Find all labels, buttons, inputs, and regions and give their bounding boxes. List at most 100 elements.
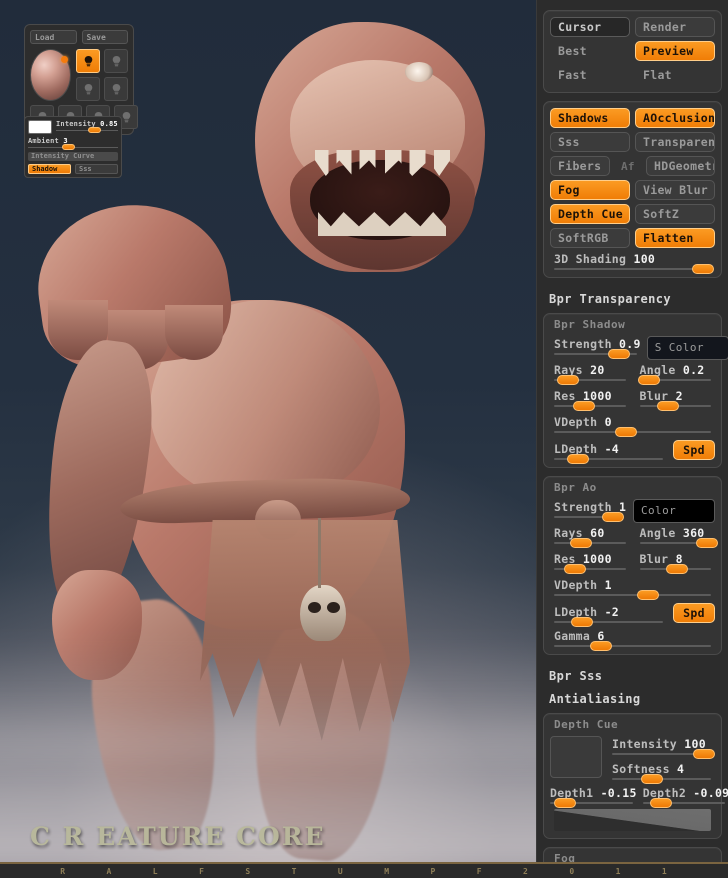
antialiasing-header[interactable]: Antialiasing (543, 690, 722, 713)
ao-ldepth-track[interactable] (554, 616, 663, 627)
ao-strength-track[interactable] (554, 512, 624, 522)
flatten-toggle[interactable]: Flatten (635, 228, 715, 248)
shadow-angle-knob[interactable] (637, 375, 660, 385)
shadow-rays-slider[interactable]: Rays 20 (550, 363, 630, 385)
ao-res-knob[interactable] (564, 564, 587, 574)
intensity-knob[interactable] (88, 127, 102, 133)
ambient-slider[interactable]: Ambient 3 (28, 137, 118, 150)
ao-blur-track[interactable] (639, 564, 711, 574)
preview-button[interactable]: Preview (635, 41, 715, 61)
shadow-blur-track[interactable] (639, 401, 711, 411)
shadow-rays-track[interactable] (554, 375, 626, 385)
ao-gamma-knob[interactable] (590, 641, 613, 651)
ao-angle-knob[interactable] (696, 538, 719, 548)
fibers-toggle[interactable]: Fibers (550, 156, 610, 176)
bpr-transparency-header[interactable]: Bpr Transparency (543, 286, 722, 313)
ao-ldepth-knob[interactable] (571, 616, 594, 627)
depth-cue-title[interactable]: Depth Cue (550, 714, 715, 736)
flat-button[interactable]: Flat (635, 65, 715, 85)
light-color-swatch[interactable] (28, 120, 52, 134)
shadow-color-swatch[interactable]: S Color (646, 336, 728, 360)
ao-strength-knob[interactable] (601, 512, 624, 522)
depth-cue-color-swatch[interactable] (550, 736, 602, 778)
fast-button[interactable]: Fast (550, 65, 630, 85)
3d-shading-knob[interactable] (692, 264, 715, 274)
depth-cue-depth2-track[interactable] (642, 798, 726, 808)
depth-cue-intensity-slider[interactable]: Intensity 100 (608, 737, 716, 759)
depth-cue-gradient-preview[interactable] (554, 809, 711, 831)
ao-vdepth-knob[interactable] (637, 590, 660, 600)
light-preview-sphere[interactable] (30, 49, 71, 101)
best-button[interactable]: Best (550, 41, 630, 61)
shadow-strength-knob[interactable] (607, 349, 630, 359)
light-intensity-panel[interactable]: Intensity 0.85 Ambient 3 Intensity Curve… (24, 116, 122, 178)
shadow-vdepth-knob[interactable] (615, 427, 638, 437)
shadow-rays-knob[interactable] (557, 375, 580, 385)
ao-res-track[interactable] (554, 564, 626, 574)
light-slot-2[interactable] (104, 49, 128, 73)
af-label[interactable]: Af (615, 156, 641, 176)
sss-toggle-render[interactable]: Sss (550, 132, 630, 152)
shadow-res-knob[interactable] (573, 401, 596, 411)
ao-ldepth-slider[interactable]: LDepth -2 (550, 605, 667, 627)
depth-cue-depth2-slider[interactable]: Depth2 -0.09 (642, 786, 728, 808)
shadow-ldepth-knob[interactable] (566, 453, 589, 464)
depth-cue-intensity-track[interactable] (612, 749, 716, 759)
intensity-track[interactable] (56, 127, 118, 133)
ao-vdepth-track[interactable] (554, 590, 711, 600)
light-slot-4[interactable] (104, 77, 128, 101)
depth-cue-depth1-track[interactable] (550, 798, 633, 808)
light-save-button[interactable]: Save (81, 30, 128, 44)
shadow-ldepth-track[interactable] (554, 453, 663, 464)
ao-vdepth-slider[interactable]: VDepth 1 (550, 578, 715, 600)
depth-cue-softness-slider[interactable]: Softness 4 (608, 762, 715, 784)
shadow-spd-button[interactable]: Spd (673, 440, 715, 460)
shadow-angle-slider[interactable]: Angle 0.2 (636, 363, 716, 385)
cursor-button[interactable]: Cursor (550, 17, 630, 37)
ao-strength-slider[interactable]: Strength 1 (550, 500, 627, 522)
light-slot-1[interactable] (76, 49, 100, 73)
ao-res-slider[interactable]: Res 1000 (550, 552, 630, 574)
ao-spd-button[interactable]: Spd (673, 603, 715, 623)
shadow-vdepth-track[interactable] (554, 427, 711, 437)
sss-toggle[interactable]: Sss (75, 164, 118, 174)
hdgeometry-toggle[interactable]: HDGeometry (646, 156, 715, 176)
ao-angle-track[interactable] (639, 538, 719, 548)
ambient-knob[interactable] (61, 144, 75, 150)
ao-blur-knob[interactable] (665, 564, 688, 574)
ao-rays-slider[interactable]: Rays 60 (550, 526, 630, 548)
ao-blur-slider[interactable]: Blur 8 (636, 552, 716, 574)
softz-toggle[interactable]: SoftZ (635, 204, 715, 224)
depth-cue-depth1-slider[interactable]: Depth1 -0.15 (550, 786, 637, 808)
depth-cue-depth1-knob[interactable] (553, 798, 576, 808)
3d-shading-track[interactable] (554, 264, 715, 274)
shadow-res-slider[interactable]: Res 1000 (550, 389, 630, 411)
view-blur-toggle[interactable]: View Blur (635, 180, 715, 200)
intensity-curve-button[interactable]: Intensity Curve (28, 152, 118, 161)
light-load-button[interactable]: Load (30, 30, 77, 44)
ao-gamma-track[interactable] (554, 641, 711, 651)
ao-gamma-slider[interactable]: Gamma 6 (550, 629, 715, 651)
depth-cue-toggle[interactable]: Depth Cue (550, 204, 630, 224)
bpr-ao-title[interactable]: Bpr Ao (550, 477, 715, 499)
depth-cue-softness-track[interactable] (612, 774, 711, 784)
bpr-shadow-title[interactable]: Bpr Shadow (550, 314, 715, 336)
3d-shading-slider[interactable]: 3D Shading 100 (550, 252, 715, 274)
transparent-toggle[interactable]: Transparent (635, 132, 715, 152)
shadow-vdepth-slider[interactable]: VDepth 0 (550, 415, 715, 437)
aocclusion-toggle[interactable]: AOcclusion (635, 108, 715, 128)
shadow-strength-track[interactable] (554, 349, 637, 359)
shadow-blur-slider[interactable]: Blur 2 (636, 389, 716, 411)
fog-toggle[interactable]: Fog (550, 180, 630, 200)
depth-cue-softness-knob[interactable] (640, 774, 663, 784)
depth-cue-depth2-knob[interactable] (649, 798, 672, 808)
ambient-track[interactable] (28, 144, 118, 150)
shadow-blur-knob[interactable] (657, 401, 680, 411)
ao-rays-knob[interactable] (570, 538, 593, 548)
shadow-toggle[interactable]: Shadow (28, 164, 71, 174)
light-position-dot[interactable] (61, 56, 68, 63)
depth-cue-intensity-knob[interactable] (693, 749, 716, 759)
ao-angle-slider[interactable]: Angle 360 (636, 526, 719, 548)
shadow-strength-slider[interactable]: Strength 0.9 (550, 337, 641, 359)
shadow-ldepth-slider[interactable]: LDepth -4 (550, 442, 667, 464)
